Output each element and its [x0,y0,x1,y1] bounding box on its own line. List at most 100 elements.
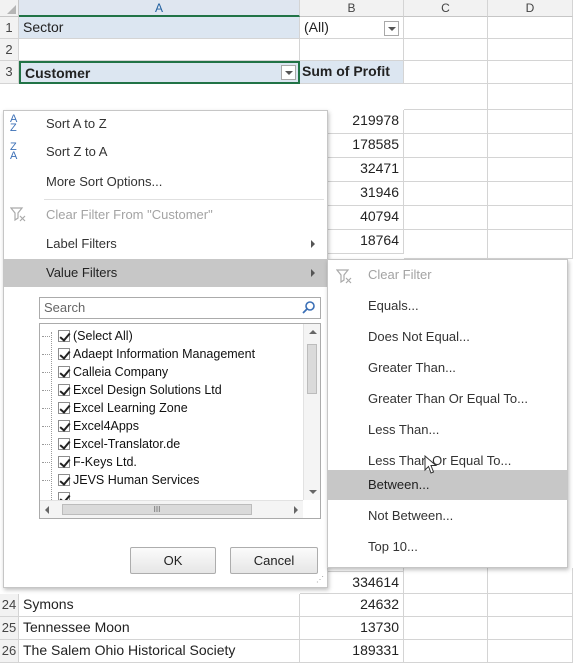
row-field-header-customer[interactable]: Customer [19,61,300,84]
row-number[interactable]: 3 [0,61,19,84]
cell[interactable] [404,182,488,206]
scroll-up-icon[interactable] [309,330,317,334]
scroll-thumb[interactable]: III [62,504,252,515]
not-between-item[interactable]: Not Between... [328,501,567,531]
row-number[interactable]: 25 [0,617,19,640]
greater-than-or-equal-item[interactable]: Greater Than Or Equal To... [328,384,567,414]
sector-filter-dropdown-button[interactable] [384,21,399,36]
cell[interactable] [488,110,573,134]
checkbox-checked-icon[interactable] [58,474,70,486]
checkbox-checked-icon[interactable] [58,402,70,414]
customer-cell[interactable]: The Salem Ohio Historical Society [19,640,300,663]
values-header[interactable]: Sum of Profit [300,61,404,84]
list-horizontal-scrollbar[interactable]: III [40,500,303,518]
scroll-left-icon[interactable] [45,506,49,514]
cell[interactable] [404,230,488,259]
cell[interactable] [488,640,573,663]
checklist-item-partial[interactable] [58,488,73,500]
checklist-item[interactable]: F-Keys Ltd. [42,452,137,472]
cell[interactable] [488,230,573,259]
cell[interactable] [488,182,573,206]
row-number[interactable]: 2 [0,39,19,61]
sort-a-to-z-item[interactable]: AZ Sort A to Z [4,111,327,137]
top-10-item[interactable]: Top 10... [328,532,567,562]
search-input[interactable]: Search [39,297,321,319]
scroll-thumb[interactable] [307,344,317,394]
checkbox-checked-icon[interactable] [58,384,70,396]
cell[interactable] [488,17,573,39]
equals-item[interactable]: Equals... [328,291,567,321]
clear-filter-item[interactable]: Clear Filter From "Customer" [4,202,327,228]
value-filters-item[interactable]: Value Filters [4,259,327,287]
cell[interactable] [488,134,573,158]
checklist-item[interactable]: Excel-Translator.de [41,434,180,454]
cell[interactable] [488,568,573,594]
checklist-item[interactable]: Excel Learning Zone [42,398,188,418]
ok-button[interactable]: OK [130,547,216,574]
profit-cell[interactable]: 189331 [300,640,404,663]
checklist-item[interactable]: Adaept Information Management [41,344,255,364]
checkbox-checked-icon[interactable] [58,456,70,468]
list-vertical-scrollbar[interactable] [303,324,320,500]
cell[interactable] [488,84,573,110]
more-sort-options-item[interactable]: More Sort Options... [4,169,327,195]
customer-filter-dropdown-button[interactable] [281,65,296,80]
between-item[interactable]: Between... [328,470,567,500]
cell[interactable] [404,617,488,640]
row-number[interactable]: 1 [0,17,19,39]
scroll-right-icon[interactable] [294,506,298,514]
scroll-down-icon[interactable] [309,490,317,494]
cell[interactable] [404,17,488,39]
select-all-corner[interactable] [0,0,19,17]
cell[interactable] [488,206,573,230]
cancel-button[interactable]: Cancel [230,547,318,574]
checklist-item-select-all[interactable]: (Select All) [42,326,133,346]
cell[interactable] [404,568,488,594]
greater-than-item[interactable]: Greater Than... [328,353,567,383]
cell[interactable] [404,134,488,158]
column-header-c[interactable]: C [404,0,488,17]
column-header-a[interactable]: A [19,0,300,17]
cell[interactable] [404,206,488,230]
cell[interactable] [488,158,573,182]
cell[interactable] [488,594,573,617]
label-filters-label: Label Filters [46,236,117,251]
checkbox-checked-icon[interactable] [58,492,70,500]
checklist-item[interactable]: Calleia Company [41,362,168,382]
cell[interactable] [404,110,488,134]
column-header-d[interactable]: D [488,0,573,17]
row-number[interactable]: 26 [0,640,19,663]
label-filters-item[interactable]: Label Filters [4,231,327,257]
checklist-item[interactable]: JEVS Human Services [41,470,199,490]
sort-z-to-a-item[interactable]: ZA Sort Z to A [4,139,327,165]
customer-cell[interactable]: Tennessee Moon [19,617,300,640]
checklist-item[interactable]: Excel4Apps [41,416,139,436]
cell[interactable] [488,61,573,84]
cell[interactable] [404,158,488,182]
cell[interactable] [404,39,488,61]
customer-cell[interactable]: Symons [19,594,300,617]
cell[interactable] [300,39,404,61]
checkbox-checked-icon[interactable] [58,330,70,342]
does-not-equal-item[interactable]: Does Not Equal... [328,322,567,352]
cell[interactable] [488,39,573,61]
cell[interactable] [404,640,488,663]
filter-field-label[interactable]: Sector [19,17,300,39]
checkbox-checked-icon[interactable] [58,348,70,360]
less-than-item[interactable]: Less Than... [328,415,567,445]
checklist-item[interactable]: Excel Design Solutions Ltd [42,380,222,400]
checkbox-checked-icon[interactable] [58,420,70,432]
profit-cell[interactable]: 24632 [300,594,404,617]
submenu-clear-filter-item[interactable]: Clear Filter [328,260,567,290]
cell[interactable] [488,617,573,640]
cell[interactable] [404,61,488,84]
row-number[interactable]: 24 [0,594,19,617]
resize-grip-icon[interactable]: ⋰ [316,576,324,584]
cell[interactable] [19,39,300,61]
profit-cell[interactable]: 13730 [300,617,404,640]
column-header-b[interactable]: B [300,0,404,17]
checkbox-checked-icon[interactable] [58,366,70,378]
cell[interactable] [404,84,488,110]
cell[interactable] [404,594,488,617]
checkbox-checked-icon[interactable] [58,438,70,450]
